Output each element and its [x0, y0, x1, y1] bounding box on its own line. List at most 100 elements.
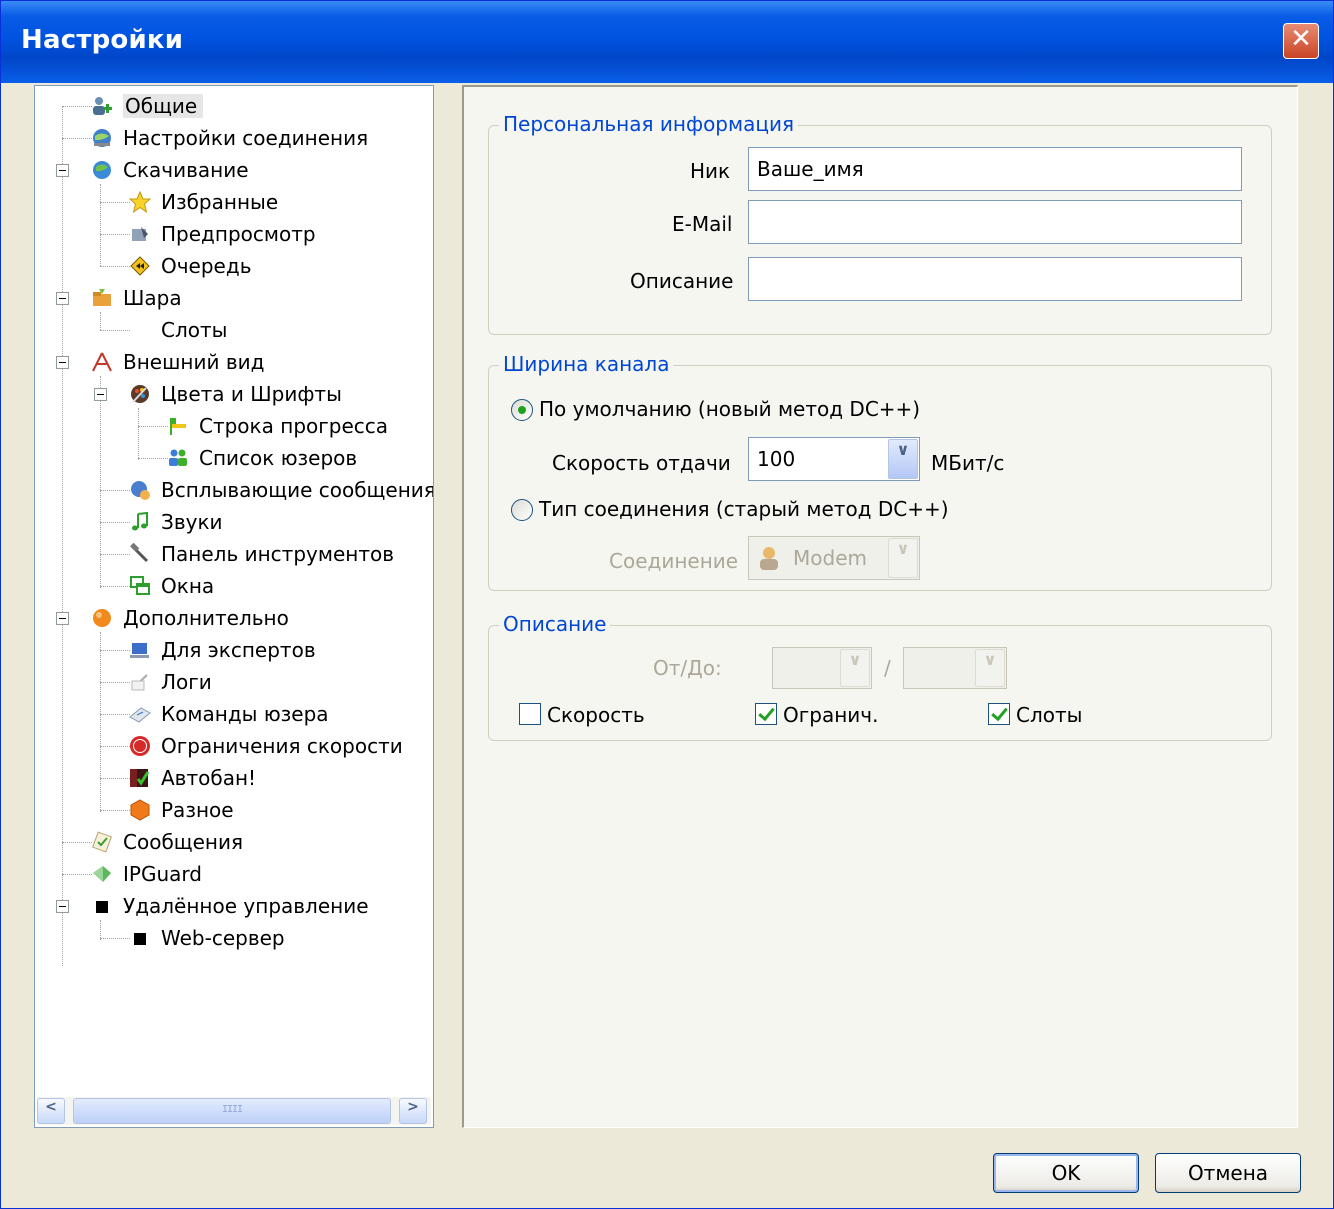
appearance-icon — [92, 352, 112, 372]
collapse-toggle[interactable] — [56, 900, 69, 913]
misc-icon — [130, 799, 150, 821]
popup-icon — [131, 481, 150, 500]
user-icon — [760, 547, 778, 570]
preview-icon — [132, 227, 148, 241]
tree-item-label: Избранные — [161, 190, 279, 214]
ok-button[interactable]: OK — [993, 1153, 1139, 1193]
tree-item-label: Внешний вид — [123, 350, 265, 374]
scroll-right-button[interactable]: > — [399, 1098, 427, 1124]
tree-connector — [62, 138, 92, 139]
tree-connector — [100, 522, 130, 523]
from-to-label: От/До: — [653, 656, 722, 680]
palette-icon — [131, 385, 149, 403]
tree-item-label: Сообщения — [123, 830, 244, 854]
users-icon — [93, 97, 112, 115]
settings-tree[interactable]: Общие Настройки соединения Скачивание Из… — [34, 85, 434, 1128]
dropdown-button[interactable]: ∨ — [888, 538, 918, 578]
messages-icon — [92, 831, 112, 853]
tree-connector — [62, 842, 92, 843]
default-method-label[interactable]: По умолчанию (новый метод DC++) — [539, 397, 920, 421]
dropdown-button[interactable]: ∨ — [975, 649, 1005, 687]
tree-connector — [100, 650, 130, 651]
tree-connector — [100, 920, 101, 940]
upload-speed-value: 100 — [757, 447, 796, 471]
connection-type-radio[interactable] — [511, 499, 533, 521]
tree-item-label: Предпросмотр — [161, 222, 316, 246]
download-globe-icon — [93, 161, 111, 179]
personal-info-group: Персональная информация Ник Ваше_имя E-M… — [488, 112, 1272, 335]
tools-icon — [130, 543, 149, 563]
upload-speed-combo[interactable]: 100 ∨ — [748, 437, 920, 481]
bandwidth-group: Ширина канала По умолчанию (новый метод … — [488, 352, 1272, 591]
expert-icon — [130, 643, 149, 658]
connection-value: Modem — [793, 546, 867, 570]
horizontal-scrollbar[interactable]: < IIII > — [37, 1097, 431, 1125]
collapse-toggle[interactable] — [56, 612, 69, 625]
tree-item-label: Ограничения скорости — [161, 734, 403, 758]
tree-connector — [100, 938, 130, 939]
title-bar[interactable]: Настройки ✕ — [1, 1, 1333, 83]
tree-connector — [100, 682, 130, 683]
dropdown-button[interactable]: ∨ — [888, 439, 918, 479]
close-icon: ✕ — [1290, 24, 1312, 54]
chevron-down-icon: ∨ — [896, 440, 910, 459]
tree-item-label: Общие — [123, 94, 204, 118]
tree-connector — [100, 714, 130, 715]
tree-item-label: Строка прогресса — [199, 414, 389, 438]
ipguard-icon — [93, 866, 111, 882]
tree-connector — [100, 554, 130, 555]
tree-connector — [100, 632, 101, 812]
slots-checkbox-label[interactable]: Слоты — [1016, 703, 1082, 727]
square-icon — [134, 933, 146, 945]
tree-item-label: Цвета и Шрифты — [161, 382, 342, 406]
chevron-down-icon: ∨ — [983, 650, 997, 669]
from-combo[interactable]: ∨ — [772, 647, 872, 689]
connection-combo[interactable]: Modem ∨ — [748, 536, 920, 580]
scroll-left-button[interactable]: < — [37, 1098, 65, 1124]
tree-connector — [100, 202, 130, 203]
tree-connector — [100, 778, 130, 779]
tree-item-label: Всплывающие сообщения — [161, 478, 434, 502]
default-method-radio[interactable] — [511, 399, 533, 421]
collapse-toggle[interactable] — [56, 356, 69, 369]
collapse-toggle[interactable] — [56, 164, 69, 177]
tree-connector — [100, 312, 101, 330]
tree-connector — [100, 376, 101, 588]
tree-item-label: Команды юзера — [161, 702, 329, 726]
chevron-right-icon: > — [407, 1099, 419, 1115]
limit-checkbox-label[interactable]: Огранич. — [783, 703, 878, 727]
tree-connector — [100, 490, 130, 491]
to-combo[interactable]: ∨ — [903, 647, 1007, 689]
cancel-button[interactable]: Отмена — [1155, 1153, 1301, 1193]
dropdown-button[interactable]: ∨ — [840, 649, 870, 687]
description-input[interactable] — [748, 257, 1242, 301]
email-input[interactable] — [748, 200, 1242, 244]
speed-unit-label: МБит/с — [931, 451, 1005, 475]
tree-connector — [138, 408, 139, 460]
collapse-toggle[interactable] — [56, 292, 69, 305]
nick-label: Ник — [690, 159, 731, 183]
upload-speed-label: Скорость отдачи — [552, 451, 731, 475]
tree-item-label: Скачивание — [123, 158, 249, 182]
speed-checkbox-label[interactable]: Скорость — [547, 703, 645, 727]
group-legend: Описание — [499, 612, 611, 636]
tree-item-label: Для экспертов — [161, 638, 316, 662]
chevron-left-icon: < — [45, 1099, 57, 1115]
speed-checkbox[interactable] — [519, 703, 541, 725]
tree-item-label: Дополнительно — [123, 606, 289, 630]
description-label: Описание — [630, 269, 734, 293]
tree-item-label: Web-сервер — [161, 926, 285, 950]
tree-item-label: Очередь — [161, 254, 252, 278]
slots-checkbox[interactable] — [988, 703, 1010, 725]
close-button[interactable]: ✕ — [1283, 23, 1319, 59]
tree-item-label: Окна — [161, 574, 215, 598]
share-folder-icon — [93, 289, 111, 306]
collapse-toggle[interactable] — [94, 388, 107, 401]
scroll-thumb[interactable]: IIII — [73, 1098, 391, 1124]
tree-connector — [100, 234, 130, 235]
limit-checkbox[interactable] — [755, 703, 777, 725]
autoban-icon — [130, 769, 150, 787]
connection-type-label[interactable]: Тип соединения (старый метод DC++) — [539, 497, 949, 521]
tree-item-label: Настройки соединения — [123, 126, 369, 150]
nick-input[interactable]: Ваше_имя — [748, 147, 1242, 191]
